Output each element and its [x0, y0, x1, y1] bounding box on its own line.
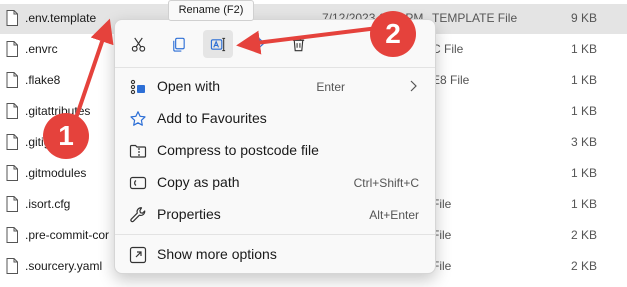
menu-item-label: Copy as path [157, 174, 240, 190]
annotation-badge-2: 2 [370, 11, 416, 57]
file-icon [6, 196, 18, 212]
file-name: .gitmodules [25, 166, 87, 180]
file-icon [6, 134, 18, 150]
file-type: C File [432, 42, 464, 56]
more-options-icon [129, 246, 147, 264]
wrench-icon [129, 206, 147, 224]
file-name: .env.template [25, 11, 97, 25]
file-name: .envrc [25, 42, 58, 56]
file-icon [6, 165, 18, 181]
shortcut-text: Enter [316, 80, 345, 94]
file-size: 1 KB [570, 73, 597, 87]
context-menu: Open with Enter Add to Favourites Compre… [114, 19, 436, 274]
file-icon [6, 227, 18, 243]
share-button[interactable] [243, 30, 273, 58]
zip-folder-icon [129, 142, 147, 160]
menu-item-add-to-favourites[interactable]: Add to Favourites [119, 104, 431, 134]
file-size: 1 KB [570, 197, 597, 211]
file-size: 3 KB [570, 135, 597, 149]
file-size: 2 KB [570, 228, 597, 242]
menu-item-label: Properties [157, 206, 221, 222]
trash-icon [292, 37, 304, 51]
menu-separator [115, 234, 435, 235]
file-icon [6, 41, 18, 57]
copy-button[interactable] [163, 30, 193, 58]
rename-button[interactable] [203, 30, 233, 58]
file-type: E8 File [432, 73, 470, 87]
file-size: 1 KB [570, 166, 597, 180]
star-icon [129, 110, 147, 128]
menu-item-properties[interactable]: Properties Alt+Enter [119, 200, 431, 230]
file-name: .flake8 [25, 73, 61, 87]
file-size: 1 KB [570, 104, 597, 118]
menu-item-open-with[interactable]: Open with Enter [119, 72, 431, 102]
open-with-icon [129, 78, 147, 96]
menu-item-label: Compress to postcode file [157, 142, 319, 158]
file-type: TEMPLATE File [432, 11, 518, 25]
file-size: 1 KB [570, 42, 597, 56]
file-icon [6, 258, 18, 274]
scissors-icon [131, 37, 145, 52]
file-icon [6, 103, 18, 119]
menu-item-compress[interactable]: Compress to postcode file [119, 136, 431, 166]
file-name: .pre-commit-cor [25, 228, 110, 242]
annotation-badge-1: 1 [43, 113, 89, 159]
menu-item-label: Add to Favourites [157, 110, 267, 126]
file-size: 9 KB [570, 11, 597, 25]
file-icon [6, 72, 18, 88]
menu-separator [115, 67, 435, 68]
menu-item-label: Open with [157, 78, 221, 94]
copy-path-icon [129, 174, 147, 192]
copy-icon [172, 37, 185, 52]
menu-item-copy-as-path[interactable]: Copy as path Ctrl+Shift+C [119, 168, 431, 198]
file-size: 2 KB [570, 259, 597, 273]
file-name: .sourcery.yaml [25, 259, 103, 273]
shortcut-text: Ctrl+Shift+C [353, 176, 419, 190]
delete-button[interactable] [283, 30, 313, 58]
file-name: .isort.cfg [25, 197, 71, 211]
rename-tooltip: Rename (F2) [168, 0, 254, 21]
rename-icon [210, 37, 225, 51]
shortcut-text: Alt+Enter [369, 208, 419, 222]
menu-item-show-more-options[interactable]: Show more options [119, 240, 431, 270]
menu-item-label: Show more options [157, 246, 277, 262]
share-icon [251, 37, 265, 49]
file-icon [6, 10, 18, 26]
cut-button[interactable] [123, 30, 153, 58]
chevron-right-icon [410, 80, 417, 92]
